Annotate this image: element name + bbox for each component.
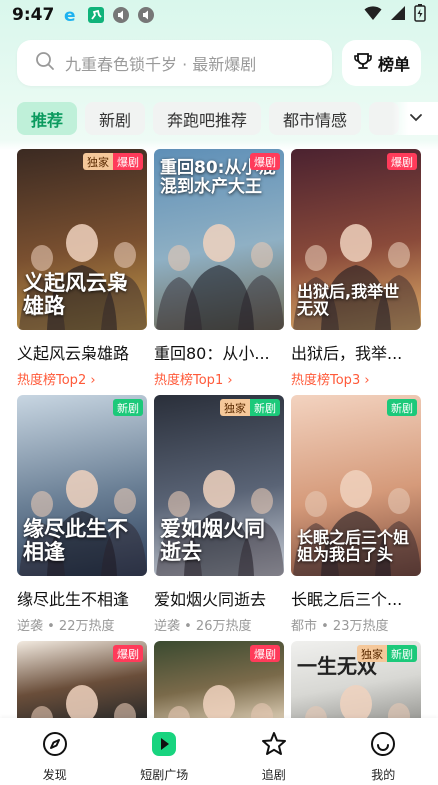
search-icon xyxy=(35,51,55,75)
tabs-expand-button[interactable] xyxy=(392,102,438,135)
new-badge: 新剧 xyxy=(113,399,143,416)
poster-figures xyxy=(17,664,147,719)
poster-title-art: 长眠之后三个姐姐为我白了头 xyxy=(297,527,410,565)
poster-badges: 爆剧 xyxy=(113,645,143,662)
drama-card[interactable]: 义起风云枭雄路 独家 爆剧义起风云枭雄路热度榜Top2 › xyxy=(17,149,147,388)
drama-poster[interactable]: 一生无双 独家 新剧 xyxy=(291,641,421,719)
poster-badges: 独家 爆剧 xyxy=(83,153,143,170)
hit-badge: 爆剧 xyxy=(113,153,143,170)
drama-card[interactable]: 重回80:从小混混到水产大王 爆剧重回80：从小... 热度榜Top1 › xyxy=(154,149,284,388)
nav-discover[interactable]: 发现 xyxy=(10,730,100,783)
nav-mine[interactable]: 我的 xyxy=(338,730,428,783)
rank-link[interactable]: 热度榜Top3 › xyxy=(291,369,421,388)
hit-badge: 爆剧 xyxy=(250,153,280,170)
tab-recommend[interactable]: 推荐 xyxy=(17,102,78,135)
drama-title[interactable]: 缘尽此生不相逢 xyxy=(17,586,147,610)
poster-title-art: 缘尽此生不相逢 xyxy=(23,516,128,564)
poster-badges: 新剧 xyxy=(113,399,143,416)
drama-meta: 都市 • 23万热度 xyxy=(291,619,389,634)
nav-label-follow: 追剧 xyxy=(261,768,286,782)
chevron-down-icon xyxy=(408,109,424,129)
status-bar: 9:47 e xyxy=(0,0,438,30)
poster-badges: 独家 新剧 xyxy=(357,645,417,662)
nav-follow[interactable]: 追剧 xyxy=(229,730,319,783)
battery-icon xyxy=(414,4,426,26)
drama-poster[interactable]: 爆剧 xyxy=(154,641,284,719)
status-time: 9:47 xyxy=(12,5,55,25)
smile-icon xyxy=(369,730,397,762)
category-tabs: 推荐 新剧 奔跑吧推荐 都市情感 xyxy=(17,102,438,135)
poster-figures xyxy=(154,664,284,719)
signal-icon xyxy=(390,5,406,25)
tab-urban-romance[interactable]: 都市情感 xyxy=(269,102,362,135)
drama-poster[interactable]: 义起风云枭雄路 独家 爆剧 xyxy=(17,149,147,330)
wifi-icon xyxy=(364,5,382,25)
new-badge: 新剧 xyxy=(387,399,417,416)
nav-short-drama-plaza[interactable]: 短剧广场 xyxy=(119,730,209,783)
drama-poster[interactable]: 出狱后,我举世无双 爆剧 xyxy=(291,149,421,330)
poster-badges: 爆剧 xyxy=(250,153,280,170)
poster-badges: 独家 新剧 xyxy=(220,399,280,416)
star-icon xyxy=(260,730,288,762)
nav-label-plaza: 短剧广场 xyxy=(140,768,189,782)
new-badge: 新剧 xyxy=(387,645,417,662)
rank-link[interactable]: 热度榜Top2 › xyxy=(17,369,147,388)
poster-badges: 爆剧 xyxy=(250,645,280,662)
drama-title[interactable]: 长眠之后三个... xyxy=(291,586,421,610)
drama-poster[interactable]: 爆剧 xyxy=(17,641,147,719)
drama-card[interactable]: 一生无双 独家 新剧 xyxy=(291,641,421,719)
drama-card[interactable]: 缘尽此生不相逢 新剧缘尽此生不相逢逆袭 • 22万热度 xyxy=(17,395,147,634)
rank-link[interactable]: 热度榜Top1 › xyxy=(154,369,284,388)
drama-title[interactable]: 出狱后，我举... xyxy=(291,340,421,364)
bottom-nav: 发现 短剧广场 追剧 我的 xyxy=(0,718,438,785)
exclusive-badge: 独家 xyxy=(220,399,250,416)
search-placeholder: 九重春色锁千岁 · 最新爆剧 xyxy=(65,55,257,74)
drama-title[interactable]: 重回80：从小... xyxy=(154,340,284,364)
poster-title-art: 出狱后,我举世无双 xyxy=(297,281,400,319)
trophy-icon xyxy=(353,51,373,75)
play-icon xyxy=(150,730,178,762)
search-input[interactable]: 九重春色锁千岁 · 最新爆剧 xyxy=(17,40,332,86)
poster-title-art: 爱如烟火同逝去 xyxy=(160,516,265,564)
browser-e-icon: e xyxy=(62,6,80,24)
drama-card[interactable]: 长眠之后三个姐姐为我白了头 新剧长眠之后三个... 都市 • 23万热度 xyxy=(291,395,421,634)
hit-badge: 爆剧 xyxy=(387,153,417,170)
drama-card[interactable]: 爆剧 xyxy=(17,641,147,719)
nav-label-discover: 发现 xyxy=(42,768,67,782)
drama-title[interactable]: 义起风云枭雄路 xyxy=(17,340,147,364)
drama-card[interactable]: 出狱后,我举世无双 爆剧出狱后，我举... 热度榜Top3 › xyxy=(291,149,421,388)
drama-meta: 逆袭 • 26万热度 xyxy=(154,619,252,634)
poster-title-art: 义起风云枭雄路 xyxy=(23,270,128,318)
media-icon xyxy=(112,6,130,24)
search-row: 九重春色锁千岁 · 最新爆剧 榜单 xyxy=(17,40,421,88)
nav-label-mine: 我的 xyxy=(371,768,396,782)
drama-poster[interactable]: 重回80:从小混混到水产大王 爆剧 xyxy=(154,149,284,330)
exclusive-badge: 独家 xyxy=(83,153,113,170)
drama-card[interactable]: 爆剧 xyxy=(154,641,284,719)
running-app-icon xyxy=(87,6,105,24)
hit-badge: 爆剧 xyxy=(113,645,143,662)
media-icon-2 xyxy=(137,6,155,24)
compass-icon xyxy=(41,730,69,762)
drama-title[interactable]: 爱如烟火同逝去 xyxy=(154,586,284,610)
drama-poster[interactable]: 爱如烟火同逝去 独家 新剧 xyxy=(154,395,284,576)
poster-badges: 爆剧 xyxy=(387,153,417,170)
tab-running-man[interactable]: 奔跑吧推荐 xyxy=(153,102,262,135)
drama-meta: 逆袭 • 22万热度 xyxy=(17,619,115,634)
poster-badges: 新剧 xyxy=(387,399,417,416)
hit-badge: 爆剧 xyxy=(250,645,280,662)
rank-label: 榜单 xyxy=(377,55,410,74)
drama-card[interactable]: 爱如烟火同逝去 独家 新剧爱如烟火同逝去逆袭 • 26万热度 xyxy=(154,395,284,634)
rank-button[interactable]: 榜单 xyxy=(342,40,421,86)
poster-figures xyxy=(154,203,284,330)
svg-text:e: e xyxy=(64,6,76,24)
drama-poster[interactable]: 缘尽此生不相逢 新剧 xyxy=(17,395,147,576)
exclusive-badge: 独家 xyxy=(357,645,387,662)
drama-poster[interactable]: 长眠之后三个姐姐为我白了头 新剧 xyxy=(291,395,421,576)
tab-new[interactable]: 新剧 xyxy=(85,102,146,135)
new-badge: 新剧 xyxy=(250,399,280,416)
